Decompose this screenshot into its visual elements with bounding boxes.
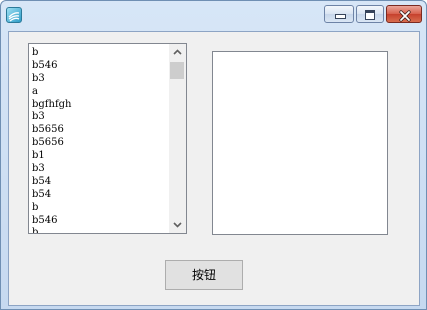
scroll-up-button[interactable]: [169, 44, 186, 61]
minimize-icon: [335, 14, 346, 19]
list-item[interactable]: bgfhfgh: [32, 98, 168, 111]
list-item[interactable]: b546: [32, 214, 168, 227]
list-item[interactable]: b: [32, 201, 168, 214]
list-items: b b546 b3 a bgfhfgh b3 b5656 b5656 b1 b3 b54 b54 b b5…: [32, 46, 168, 233]
list-item[interactable]: b: [32, 46, 168, 59]
list-item[interactable]: b: [32, 226, 168, 233]
list-item[interactable]: b5656: [32, 136, 168, 149]
client-area: b b546 b3 a bgfhfgh b3 b5656 b5656 b1 b3 b54 b54 b b5…: [8, 31, 420, 306]
list-item[interactable]: b54: [32, 188, 168, 201]
scroll-down-button[interactable]: [169, 216, 186, 233]
list-item[interactable]: b1: [32, 149, 168, 162]
app-window: b b546 b3 a bgfhfgh b3 b5656 b5656 b1 b3 b54 b54 b b5…: [0, 0, 427, 310]
app-icon[interactable]: [6, 7, 22, 23]
text-box[interactable]: [212, 51, 388, 235]
minimize-button[interactable]: [324, 5, 354, 23]
list-item[interactable]: b5656: [32, 123, 168, 136]
title-bar[interactable]: [1, 1, 426, 31]
maximize-icon: [365, 10, 375, 20]
list-item[interactable]: a: [32, 85, 168, 98]
action-button[interactable]: 按钮: [165, 260, 243, 290]
vertical-scrollbar[interactable]: [169, 44, 186, 233]
scroll-thumb[interactable]: [170, 62, 184, 79]
chevron-down-icon: [173, 222, 182, 228]
list-item[interactable]: b3: [32, 72, 168, 85]
list-item[interactable]: b3: [32, 110, 168, 123]
close-button[interactable]: [386, 5, 422, 23]
close-icon: [399, 7, 411, 26]
list-item[interactable]: b546: [32, 59, 168, 72]
list-item[interactable]: b54: [32, 175, 168, 188]
maximize-button[interactable]: [356, 5, 384, 23]
list-item[interactable]: b3: [32, 162, 168, 175]
list-box[interactable]: b b546 b3 a bgfhfgh b3 b5656 b5656 b1 b3 b54 b54 b b5…: [28, 43, 187, 234]
chevron-up-icon: [173, 49, 182, 55]
